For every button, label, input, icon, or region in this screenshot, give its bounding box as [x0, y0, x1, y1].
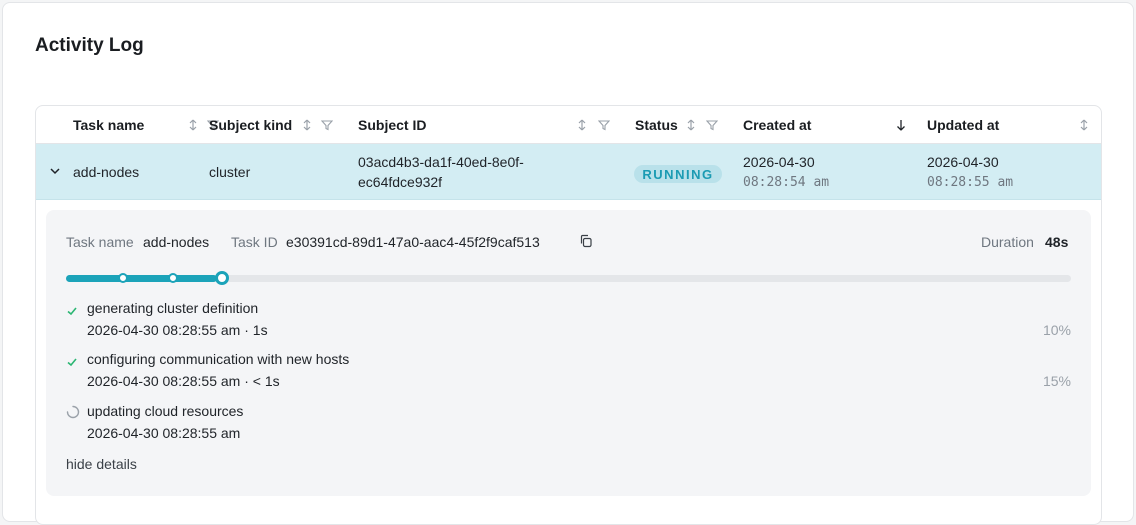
column-header-updated-at[interactable]: Updated at [927, 106, 1097, 144]
filter-icon[interactable] [321, 119, 333, 131]
sort-icon[interactable] [1078, 119, 1090, 131]
step-item: configuring communication with new hosts… [66, 351, 1071, 395]
table-row[interactable]: add-nodes cluster 03acd4b3-da1f-40ed-8e0… [36, 144, 1101, 200]
subject-kind-cell: cluster [209, 164, 251, 180]
column-label: Subject kind [209, 117, 293, 133]
created-date: 2026-04-30 [743, 154, 815, 170]
updated-time: 08:28:55 am [927, 175, 1014, 190]
step-title: updating cloud resources [87, 403, 244, 419]
column-header-subject-kind[interactable]: Subject kind [209, 106, 349, 144]
step-meta: 2026-04-30 08:28:55 am · 1s [87, 322, 268, 338]
step-duration: 1s [252, 322, 268, 338]
step-title: configuring communication with new hosts [87, 351, 350, 367]
hide-details-link[interactable]: hide details [66, 456, 137, 472]
step-item: generating cluster definition 2026-04-30… [66, 300, 1071, 344]
task-id-label: Task ID [231, 234, 278, 250]
column-header-created-at[interactable]: Created at [743, 106, 913, 144]
task-name-value: add-nodes [143, 234, 210, 250]
column-label: Status [635, 117, 678, 133]
check-icon [66, 355, 78, 367]
chevron-down-icon[interactable] [48, 164, 62, 178]
check-icon [66, 304, 78, 316]
column-label: Updated at [927, 117, 1000, 133]
progress-bar [66, 271, 1071, 285]
column-header-task-name[interactable]: Task name [73, 106, 223, 144]
task-name-cell: add-nodes [73, 164, 140, 180]
step-percent: 15% [1042, 373, 1071, 389]
created-time: 08:28:54 am [743, 175, 830, 190]
column-header-status[interactable]: Status [635, 106, 735, 144]
column-label: Subject ID [358, 117, 427, 133]
sort-icon[interactable] [685, 119, 697, 131]
subject-id-line-1: 03acd4b3-da1f-40ed-8e0f- [358, 154, 524, 170]
step-duration: < 1s [252, 373, 280, 389]
task-details-panel: Task name add-nodes Task ID e30391cd-89d… [46, 210, 1091, 496]
sort-icon[interactable] [187, 119, 199, 131]
activity-log-card: Activity Log Task name Subject kind Subj… [2, 2, 1134, 525]
step-meta: 2026-04-30 08:28:55 am · < 1s [87, 373, 280, 389]
filter-icon[interactable] [706, 119, 718, 131]
step-marker [118, 273, 128, 283]
page-title: Activity Log [35, 35, 144, 56]
sort-icon[interactable] [301, 119, 313, 131]
step-item: updating cloud resources 2026-04-30 08:2… [66, 403, 1071, 447]
status-badge: RUNNING [634, 165, 722, 183]
step-time: 2026-04-30 08:28:55 am [87, 425, 241, 441]
copy-icon[interactable] [579, 234, 593, 248]
current-step-marker [215, 271, 229, 285]
column-label: Created at [743, 117, 812, 133]
step-time: 2026-04-30 08:28:55 am [87, 373, 241, 389]
task-id-value: e30391cd-89d1-47a0-aac4-45f2f9caf513 [286, 234, 540, 250]
duration-value: 48s [1045, 234, 1069, 250]
spinner-icon [66, 405, 80, 419]
progress-fill [66, 275, 217, 282]
filter-icon[interactable] [598, 119, 610, 131]
step-time: 2026-04-30 08:28:55 am [87, 322, 241, 338]
column-label: Task name [73, 117, 145, 133]
table-header: Task name Subject kind Subject ID Status… [36, 106, 1101, 144]
step-marker [168, 273, 178, 283]
sort-desc-icon[interactable] [895, 119, 907, 131]
task-name-label: Task name [66, 234, 134, 250]
duration-label: Duration [981, 234, 1034, 250]
step-percent: 10% [1042, 322, 1071, 338]
sort-icon[interactable] [576, 119, 588, 131]
column-header-subject-id[interactable]: Subject ID [358, 106, 618, 144]
step-title: generating cluster definition [87, 300, 259, 316]
status-text: RUNNING [642, 166, 714, 182]
subject-id-line-2: ec64fdce932f [358, 174, 443, 190]
activity-table: Task name Subject kind Subject ID Status… [35, 105, 1102, 525]
updated-date: 2026-04-30 [927, 154, 999, 170]
